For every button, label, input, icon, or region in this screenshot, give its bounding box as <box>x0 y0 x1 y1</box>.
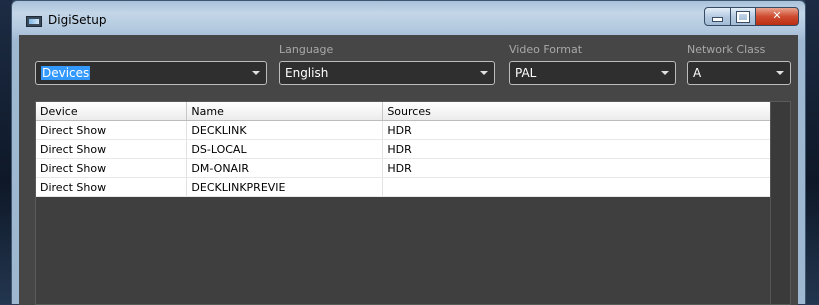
name-cell[interactable]: DS-LOCAL <box>186 139 384 159</box>
chevron-down-icon[interactable] <box>252 71 260 75</box>
device-cell[interactable]: Direct Show <box>36 139 188 159</box>
column-header-device[interactable]: Device <box>36 102 188 121</box>
table-row[interactable]: Direct Show DM-ONAIR HDR <box>36 158 778 178</box>
window-title: DigiSetup <box>48 13 107 27</box>
minimize-button[interactable] <box>704 7 731 26</box>
chevron-down-icon[interactable] <box>776 71 784 75</box>
close-button[interactable]: ✕ <box>755 7 799 26</box>
table-row[interactable]: Direct Show DECKLINKPREVIE <box>36 177 778 197</box>
client-area: Devices Language English Video Format PA… <box>19 35 798 305</box>
language-select[interactable]: English <box>279 61 495 85</box>
video-format-select[interactable]: PAL <box>509 61 676 85</box>
sources-cell[interactable]: HDR <box>382 158 778 178</box>
app-icon[interactable] <box>26 16 42 27</box>
minimize-icon <box>712 17 723 22</box>
device-type-select[interactable]: Devices <box>35 61 267 85</box>
chevron-down-icon[interactable] <box>480 71 488 75</box>
device-cell[interactable]: Direct Show <box>36 158 188 178</box>
sources-cell[interactable]: HDR <box>382 139 778 159</box>
table-header-row: Device Name Sources <box>36 102 778 121</box>
maximize-button[interactable] <box>730 7 756 26</box>
table-row[interactable]: Direct Show DECKLINK HDR <box>36 120 778 140</box>
devices-grid[interactable]: Device Name Sources Direct Show DECKLINK… <box>35 101 791 305</box>
sources-cell[interactable] <box>382 177 778 197</box>
vertical-scrollbar[interactable] <box>770 102 790 304</box>
desktop-background-right <box>805 0 819 304</box>
language-value: English <box>285 66 329 80</box>
table-row[interactable]: Direct Show DS-LOCAL HDR <box>36 139 778 159</box>
sources-cell[interactable]: HDR <box>382 120 778 140</box>
column-header-name[interactable]: Name <box>186 102 384 121</box>
name-cell[interactable]: DECKLINKPREVIE <box>186 177 384 197</box>
language-label: Language <box>279 43 334 56</box>
name-cell[interactable]: DM-ONAIR <box>186 158 384 178</box>
video-format-value: PAL <box>515 66 537 80</box>
maximize-icon <box>736 11 750 23</box>
devices-table: Device Name Sources Direct Show DECKLINK… <box>36 102 778 197</box>
digisetup-window: DigiSetup ✕ Devices Language English Vid… <box>11 0 806 305</box>
video-format-label: Video Format <box>509 43 583 56</box>
network-class-value: A <box>693 66 702 80</box>
column-header-sources[interactable]: Sources <box>382 102 778 121</box>
device-cell[interactable]: Direct Show <box>36 177 188 197</box>
close-icon: ✕ <box>772 9 782 22</box>
chevron-down-icon[interactable] <box>661 71 669 75</box>
title-bar[interactable]: DigiSetup ✕ <box>12 1 805 35</box>
device-type-value: Devices <box>41 66 91 80</box>
device-cell[interactable]: Direct Show <box>36 120 188 140</box>
network-class-select[interactable]: A <box>687 61 791 85</box>
name-cell[interactable]: DECKLINK <box>186 120 384 140</box>
network-class-label: Network Class <box>687 43 766 56</box>
